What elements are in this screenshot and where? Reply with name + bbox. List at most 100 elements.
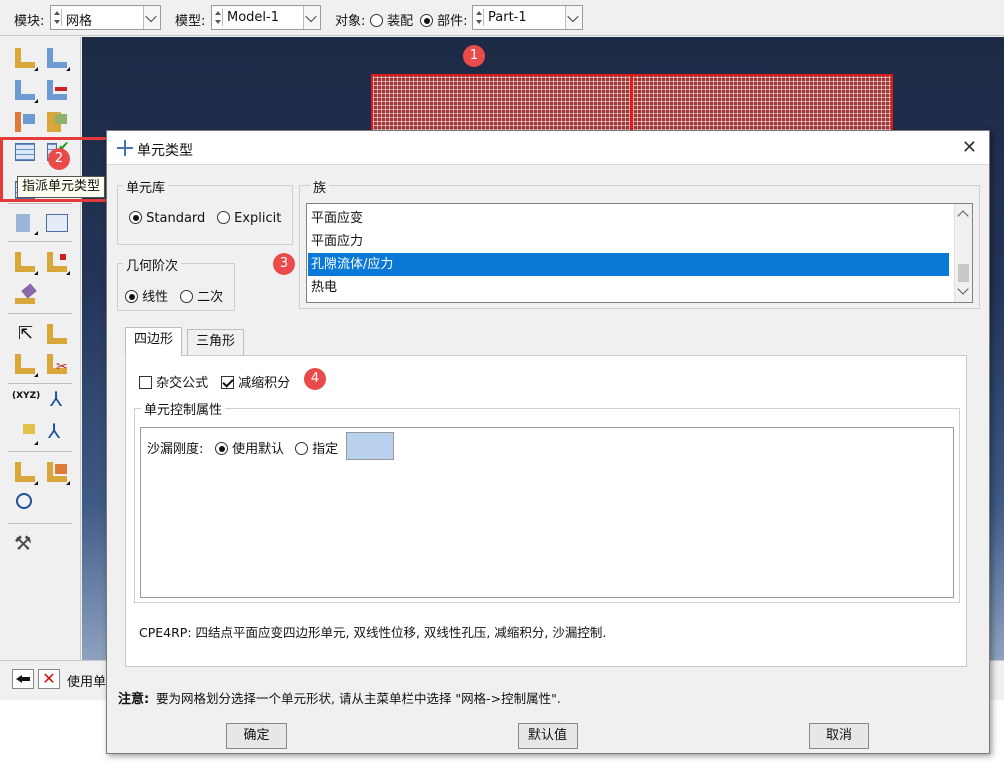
element-controls-title: 单元控制属性 [141,399,226,418]
split-element-icon[interactable] [12,351,38,377]
mesh-controls-icon[interactable] [44,209,70,235]
checkbox-icon[interactable] [221,376,234,389]
hourglass-value-field[interactable] [346,432,394,460]
mesh-region-right[interactable] [631,74,893,132]
element-controls-group: 单元控制属性 沙漏刚度: 使用默认 指定 [134,399,960,603]
hourglass-default-radio[interactable]: 使用默认 [215,438,284,457]
list-item[interactable]: 平面应力 [308,230,949,253]
close-icon[interactable]: ✕ [962,137,977,158]
virtual-topology-icon[interactable] [44,109,70,135]
reduced-integration-checkbox[interactable]: 减缩积分 [221,372,290,391]
mesh-edge-icon[interactable] [44,77,70,103]
chevron-up-icon[interactable] [957,210,969,222]
module-combo[interactable]: 网格 [50,5,161,30]
edit-node-icon[interactable] [44,249,70,275]
callout-badge: 3 [273,253,295,275]
query-pick-icon[interactable]: ⇱ [12,321,38,347]
module-label: 模块: [14,14,45,29]
note-text: 要为网格划分选择一个单元形状, 请从主菜单栏中选择 "网格->控制属性". [156,691,561,706]
dialog-titlebar[interactable]: 单元类型 ✕ [107,131,989,165]
partition-face-icon[interactable] [12,459,38,485]
part-value: Part-1 [488,10,527,25]
prompt-text: 使用单 [67,675,107,690]
spin-icon[interactable] [475,9,484,26]
chevron-down-icon[interactable] [565,6,582,29]
tab-quad[interactable]: 四边形 [125,327,183,356]
defaults-button[interactable]: 默认值 [517,723,578,749]
hourglass-label: 沙漏刚度: [147,442,204,457]
chevron-down-icon[interactable] [957,283,969,295]
part-combo[interactable]: Part-1 [472,5,583,30]
family-scrollbar[interactable] [954,204,972,302]
chevron-down-icon[interactable] [303,6,320,29]
radio-icon[interactable] [295,442,308,455]
family-list[interactable]: 平面应变 平面应力 孔隙流体/应力 热电 [306,203,973,303]
dialog-title: 单元类型 [137,143,193,159]
tooltip: 指派单元类型 [17,176,106,198]
partition-icon[interactable] [12,109,38,135]
radio-icon[interactable] [370,14,383,27]
scroll-thumb[interactable] [958,264,969,282]
model-value: Model-1 [227,10,279,25]
partition-cell-icon[interactable] [44,459,70,485]
radio-icon[interactable] [217,211,230,224]
edit-mesh-icon[interactable] [12,281,38,307]
object-label: 对象: [335,14,366,29]
list-item-selected[interactable]: 孔隙流体/应力 [308,253,949,276]
radio-icon[interactable] [215,442,228,455]
datum-csys-icon[interactable]: ⅄ [44,419,70,445]
model-label: 模型: [175,14,206,29]
radio-icon[interactable] [125,290,138,303]
list-item[interactable]: 热电 [308,276,949,299]
create-node-icon[interactable] [12,249,38,275]
back-arrow-icon[interactable] [12,669,34,689]
order-quadratic-radio[interactable]: 二次 [180,286,223,305]
hybrid-checkbox[interactable]: 杂交公式 [139,372,208,391]
library-title: 单元库 [123,177,169,196]
model-combo[interactable]: Model-1 [211,5,321,30]
element-type-dialog: 单元类型 ✕ 单元库 Standard Explicit 几何阶次 线性 二次 … [106,130,990,754]
context-bar: 模块: 网格 模型: Model-1 对象: 装配 部件: Part-1 [0,0,1004,36]
cancel-button[interactable]: 取消 [809,723,869,749]
cancel-x-icon[interactable]: ✕ [38,669,60,689]
spin-icon[interactable] [53,9,62,26]
part-radio[interactable]: 部件: [420,10,468,29]
mesh-region-left[interactable] [371,74,632,132]
callout-badge: 1 [463,45,485,67]
family-title: 族 [310,177,330,196]
spin-icon[interactable] [214,9,223,26]
checkbox-icon[interactable] [139,376,152,389]
list-item[interactable]: 平面应变 [308,207,949,230]
radio-icon[interactable] [129,211,142,224]
ok-button[interactable]: 确定 [226,723,287,749]
note-label: 注意: [118,692,150,707]
seed-edge-icon[interactable] [44,45,70,71]
tools-icon[interactable]: ⚒ [12,531,38,557]
toolbox: ✔ ⇱ ✂ (XYZ) ⅄ ⅄ ⚒ [0,37,81,660]
element-controls-box: 沙漏刚度: 使用默认 指定 [140,427,954,598]
tab-tri[interactable]: 三角形 [187,329,245,356]
radio-icon[interactable] [180,290,193,303]
order-linear-radio[interactable]: 线性 [125,286,168,305]
callout-badge: 4 [304,368,326,390]
dialog-app-icon [117,140,133,156]
library-explicit-radio[interactable]: Explicit [217,211,281,226]
datum-plane-icon[interactable] [12,419,38,445]
element-description: CPE4RP: 四结点平面应变四边形单元, 双线性位移, 双线性孔压, 减缩积分… [139,625,607,640]
seed-part-icon[interactable] [12,45,38,71]
radio-icon[interactable] [420,14,433,27]
mesh-part-icon[interactable] [12,77,38,103]
cut-element-icon[interactable]: ✂ [44,351,70,377]
datum-point-icon[interactable]: (XYZ) [12,391,40,401]
library-standard-radio[interactable]: Standard [129,211,205,226]
virtual-loop-icon[interactable] [12,491,38,517]
hourglass-specify-radio[interactable]: 指定 [295,438,338,457]
chevron-down-icon[interactable] [143,6,160,29]
assembly-radio[interactable]: 装配 [370,10,413,29]
datum-axis-icon[interactable]: ⅄ [44,387,70,413]
order-title: 几何阶次 [123,255,182,274]
copy-mesh-icon[interactable] [12,209,38,235]
query-element-icon[interactable] [44,321,70,347]
quad-tab-panel: 杂交公式 减缩积分 4 单元控制属性 沙漏刚度: 使用默认 指定 CPE4RP:… [125,355,967,667]
module-value: 网格 [66,14,93,29]
